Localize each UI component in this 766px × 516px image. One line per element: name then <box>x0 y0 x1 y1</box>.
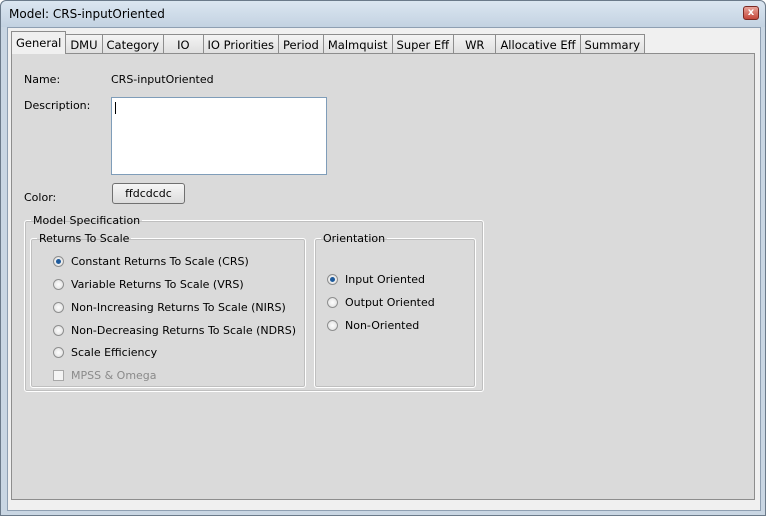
radio-label: Non-Increasing Returns To Scale (NIRS) <box>71 301 286 314</box>
radio-non-oriented[interactable]: Non-Oriented <box>327 319 419 332</box>
tab-io[interactable]: IO <box>163 34 204 54</box>
tab-general[interactable]: General <box>11 31 67 54</box>
orientation-group: Orientation <box>314 232 476 388</box>
radio-button[interactable] <box>53 279 64 290</box>
tab-summary[interactable]: Summary <box>579 34 646 54</box>
radio-vrs[interactable]: Variable Returns To Scale (VRS) <box>53 278 244 291</box>
radio-crs[interactable]: Constant Returns To Scale (CRS) <box>53 255 249 268</box>
name-value: CRS-inputOriented <box>111 73 214 86</box>
radio-label: Output Oriented <box>345 296 435 309</box>
radio-label: Input Oriented <box>345 273 426 286</box>
tab-period[interactable]: Period <box>278 34 324 54</box>
radio-output-oriented[interactable]: Output Oriented <box>327 296 435 309</box>
radio-input-oriented[interactable]: Input Oriented <box>327 273 425 286</box>
close-icon: x <box>747 7 755 18</box>
returns-to-scale-legend: Returns To Scale <box>39 232 130 245</box>
close-button[interactable]: x <box>743 6 759 20</box>
tab-category[interactable]: Category <box>101 34 165 54</box>
description-textarea[interactable] <box>111 97 327 175</box>
mpss-omega-checkbox: MPSS & Omega <box>53 369 157 382</box>
tab-malmquist[interactable]: Malmquist <box>322 34 393 54</box>
window-title: Model: CRS-inputOriented <box>9 7 165 21</box>
radio-nirs[interactable]: Non-Increasing Returns To Scale (NIRS) <box>53 301 286 314</box>
radio-label: Constant Returns To Scale (CRS) <box>71 255 249 268</box>
radio-button[interactable] <box>327 320 338 331</box>
color-label: Color: <box>24 191 57 204</box>
tab-super-eff[interactable]: Super Eff <box>391 34 455 54</box>
tab-io-priorities[interactable]: IO Priorities <box>202 34 279 54</box>
radio-button[interactable] <box>327 274 338 285</box>
text-caret <box>115 102 116 114</box>
model-specification-legend: Model Specification <box>33 214 141 227</box>
orientation-legend: Orientation <box>323 232 386 245</box>
radio-button[interactable] <box>327 297 338 308</box>
radio-label: Variable Returns To Scale (VRS) <box>71 278 244 291</box>
radio-ndrs[interactable]: Non-Decreasing Returns To Scale (NDRS) <box>53 324 296 337</box>
radio-button[interactable] <box>53 325 64 336</box>
radio-button[interactable] <box>53 256 64 267</box>
title-bar[interactable]: Model: CRS-inputOriented x <box>1 1 765 27</box>
radio-label: Scale Efficiency <box>71 346 158 359</box>
radio-label: Non-Oriented <box>345 319 420 332</box>
name-label: Name: <box>24 73 61 86</box>
radio-button[interactable] <box>53 347 64 358</box>
radio-scale-efficiency[interactable]: Scale Efficiency <box>53 346 157 359</box>
tab-allocative-eff[interactable]: Allocative Eff <box>495 34 581 54</box>
checkbox-label: MPSS & Omega <box>71 369 157 382</box>
color-button[interactable]: ffdcdcdc <box>112 183 185 204</box>
model-window: Model: CRS-inputOriented x General DMU C… <box>0 0 766 516</box>
description-label: Description: <box>24 99 91 112</box>
dialog-client: General DMU Category IO IO Priorities Pe… <box>7 27 761 511</box>
radio-label: Non-Decreasing Returns To Scale (NDRS) <box>71 324 297 337</box>
checkbox-box <box>53 370 64 381</box>
radio-button[interactable] <box>53 302 64 313</box>
tab-dmu[interactable]: DMU <box>65 34 103 54</box>
tab-strip: General DMU Category IO IO Priorities Pe… <box>11 30 646 54</box>
general-tab-page: Name: CRS-inputOriented Description: Col… <box>11 53 755 500</box>
tab-wr[interactable]: WR <box>453 34 497 54</box>
